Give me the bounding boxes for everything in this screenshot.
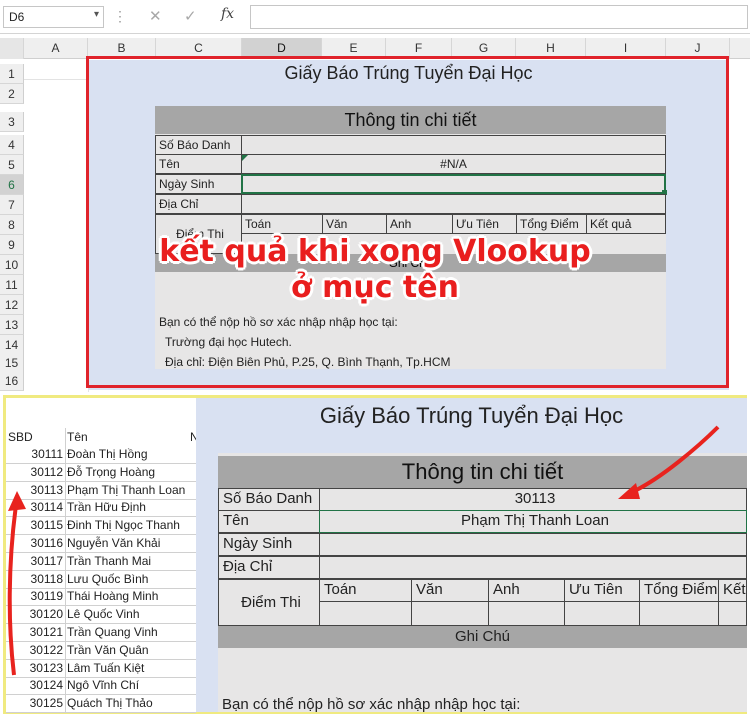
caption-overlay: kết quả khi xong Vlookup ở mục tên [0,234,750,306]
function-icon[interactable]: fx [221,6,234,22]
name-box-value: D6 [9,10,25,24]
arrow-left-icon [7,504,18,676]
row-header[interactable]: 15 [0,353,24,373]
row-header[interactable]: 13 [0,315,24,335]
name-box[interactable]: D6 ▾ [3,6,104,28]
row-header[interactable]: 6 [0,175,24,195]
grid-line [24,79,86,80]
cancel-icon[interactable]: ✕ [149,7,162,25]
caption-line: kết quả khi xong Vlookup [159,234,591,269]
check-icon[interactable]: ✓ [184,7,197,25]
row-header[interactable]: 5 [0,155,24,175]
row-header[interactable]: 8 [0,215,24,235]
row-header[interactable]: 1 [0,64,24,84]
row-header[interactable]: 14 [0,335,24,355]
row-header[interactable]: 4 [0,135,24,155]
row-header[interactable]: 2 [0,84,24,104]
row-header[interactable]: 7 [0,195,24,215]
arrow-right-icon [629,425,720,495]
arrowhead-right [618,483,640,499]
arrowhead-left [8,491,26,511]
arrows-overlay [7,425,720,676]
row-header[interactable]: 3 [0,112,24,132]
caption-line: ở mục tên [291,270,459,305]
select-all-corner[interactable] [0,38,24,59]
column-header[interactable]: A [24,38,88,59]
chevron-down-icon[interactable]: ▾ [94,9,99,20]
more-dots-icon: ⋮ [113,8,127,24]
row-header[interactable]: 16 [0,371,24,391]
formula-input[interactable] [250,5,748,29]
highlight-frame-red [86,56,729,388]
